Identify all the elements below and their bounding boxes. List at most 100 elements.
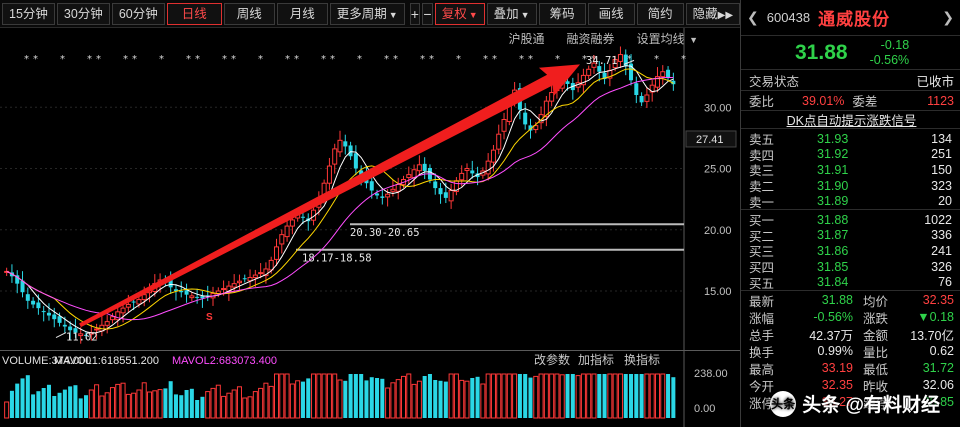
candle-body [549, 92, 555, 102]
ask-book: 卖五 31.93 134 卖四 31.92 251 卖三 31.91 150 卖二 31.90 323… [741, 128, 960, 210]
volume-bar [99, 395, 105, 419]
bid-volume: 336 [931, 228, 952, 243]
weibi-row: 委比 39.01% 委差 1123 [741, 90, 960, 110]
indicator-link[interactable]: 换指标 [624, 352, 660, 367]
candle-body [337, 139, 343, 153]
volume-bar [84, 395, 89, 418]
chevron-down-icon: ▼ [388, 9, 398, 20]
adjust-label: 复权 [441, 6, 467, 21]
volume-bar [654, 373, 660, 419]
adjust-button[interactable]: 复权 ▼ [434, 2, 485, 25]
signal-star: * [456, 54, 461, 65]
low-marker-arrow [55, 332, 67, 338]
candle-body [459, 172, 465, 181]
volume-bar [147, 391, 153, 419]
candle-body [343, 141, 348, 147]
chevron-down-icon: ▼ [468, 9, 478, 20]
candle-body [94, 328, 100, 331]
volume-bar [453, 373, 459, 419]
period-15min[interactable]: 15分钟 [2, 2, 55, 25]
ask-price: 31.91 [817, 162, 849, 177]
candle-body [221, 288, 227, 291]
volume-bar [78, 398, 83, 418]
volume-bar [326, 373, 332, 419]
bid-level-name: 买五 [749, 276, 775, 291]
current-price-label: 27.41 [696, 134, 724, 146]
period-monthly[interactable]: 月线 [276, 2, 328, 25]
signal-star: * [96, 54, 101, 65]
signal-star: * [429, 54, 434, 65]
zoom-out-icon[interactable]: − [422, 2, 433, 25]
simple-button[interactable]: 简约 [636, 2, 684, 25]
candle-body [109, 316, 115, 321]
ask-row[interactable]: 卖一 31.89 20 [741, 193, 960, 210]
toutiao-logo: 头条 [770, 390, 797, 417]
stat-row: 换手 0.99% 量比 0.62 [741, 343, 960, 360]
volume-bar [533, 375, 539, 419]
candle-body [242, 278, 247, 280]
volume-bar [660, 373, 666, 419]
stat-row: 最高 33.19 最低 31.72 [741, 360, 960, 377]
bid-row[interactable]: 买五 31.84 76 [741, 274, 960, 291]
candle-body [41, 311, 46, 313]
bid-price: 31.88 [817, 212, 849, 227]
volume-bar [247, 396, 253, 419]
candle-body [411, 169, 417, 179]
dk-signal-row[interactable]: DK点自动提示涨跌信号 [741, 110, 960, 128]
volume-bar [580, 373, 586, 419]
candle-body [189, 295, 195, 299]
volume-chart[interactable]: VOLUME:374.000MAVOL1:618551.200 MAVOL2:68… [0, 350, 740, 427]
volume-bar [184, 390, 189, 418]
volume-bar [666, 374, 671, 418]
volume-bar [416, 380, 422, 419]
volume-bar [295, 380, 301, 419]
volume-bar [321, 373, 327, 419]
volume-bar [68, 386, 73, 418]
volume-bar [543, 373, 549, 419]
volume-bar [470, 378, 475, 418]
volume-bar [475, 376, 480, 418]
indicator-link[interactable]: 加指标 [578, 352, 614, 367]
candle-body [258, 272, 264, 275]
signal-star: * [123, 54, 128, 65]
candle-body [31, 300, 36, 305]
price-chart[interactable]: 30.00 25.00 20.00 15.00 * * * * * * * * * * * * * * * * * * * *… [0, 28, 740, 358]
volume-bar [152, 390, 158, 419]
candle-body [141, 294, 147, 301]
volume-bar [9, 390, 14, 418]
chevron-left-icon[interactable]: ❮ [747, 9, 759, 26]
volume-bar [671, 377, 676, 418]
volume-bar [115, 383, 121, 419]
volume-bar [369, 377, 374, 418]
indicator-link[interactable]: 改参数 [534, 352, 570, 367]
chips-button[interactable]: 筹码 [538, 2, 586, 25]
signal-star: * [294, 54, 299, 65]
volume-bar [523, 374, 528, 418]
candle-body [380, 196, 385, 198]
period-more[interactable]: 更多周期 ▼ [329, 2, 405, 25]
volume-bar [236, 386, 242, 419]
volume-bar [485, 373, 491, 419]
volume-bar [252, 391, 258, 419]
candle-body [617, 54, 623, 62]
draw-line-button[interactable]: 画线 [587, 2, 635, 25]
candle-body [448, 190, 454, 202]
period-30min[interactable]: 30分钟 [56, 2, 110, 25]
period-weekly[interactable]: 周线 [223, 2, 275, 25]
hide-button[interactable]: 隐藏▶▶ [685, 2, 741, 25]
volume-bar [506, 373, 512, 419]
volume-tick-label: 0.00 [694, 403, 715, 415]
chevron-right-icon[interactable]: ❯ [942, 9, 954, 26]
period-daily[interactable]: 日线 [166, 2, 222, 25]
overlay-button[interactable]: 叠加 ▼ [486, 2, 537, 25]
zoom-in-icon[interactable]: + [409, 2, 421, 25]
mavol1-legend: MAVOL1:618551.200 [54, 355, 159, 367]
signal-star: * [492, 54, 497, 65]
stat-value: -0.56% [813, 310, 853, 325]
period-60min[interactable]: 60分钟 [111, 2, 165, 25]
volume-bar [189, 388, 194, 418]
ask-volume: 134 [931, 131, 952, 146]
weicha-label: 委差 [852, 95, 878, 109]
candle-body [433, 181, 438, 189]
stat-row: 最新 31.88 均价 32.35 [741, 292, 960, 309]
